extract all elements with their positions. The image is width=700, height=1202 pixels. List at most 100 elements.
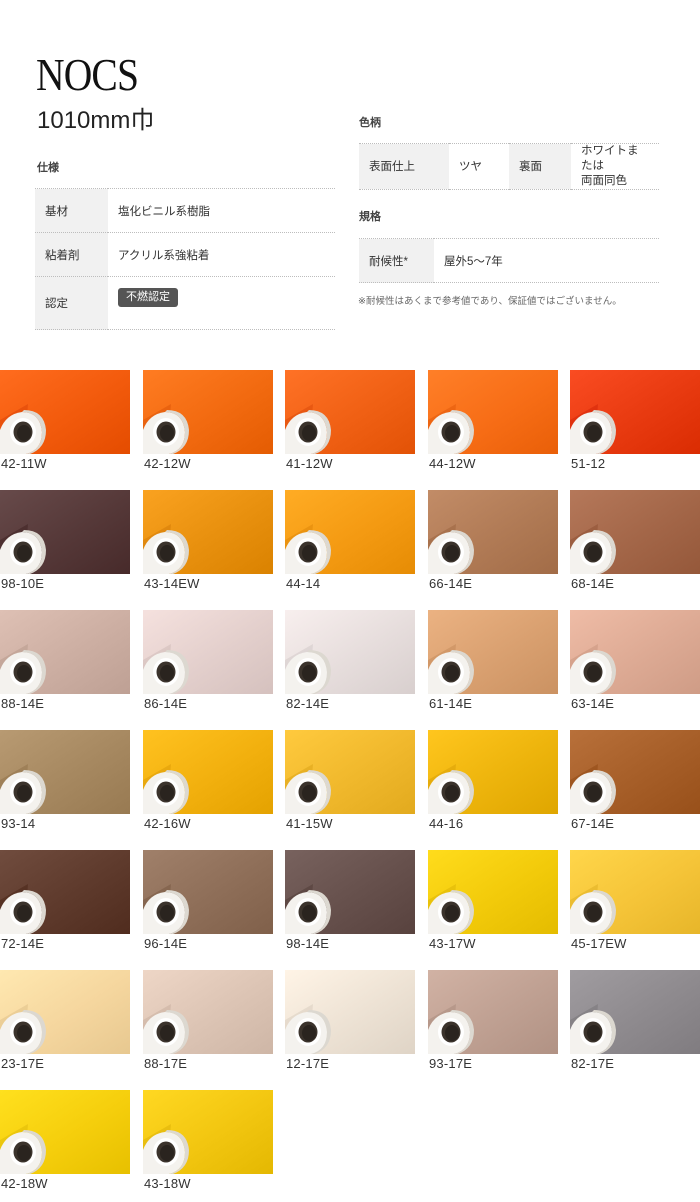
swatch-item-72-14E[interactable]: 72-14E: [0, 850, 130, 962]
vinyl-roll-swatch: [428, 730, 558, 814]
swatch-item-43-17W[interactable]: 43-17W: [428, 850, 558, 962]
surface-label: 表面仕上: [359, 143, 449, 190]
standard-table: 耐候性* 屋外5～7年: [359, 238, 659, 283]
swatch-item-67-14E[interactable]: 67-14E: [570, 730, 700, 842]
swatch-code-label: 45-17EW: [571, 936, 627, 951]
swatch-code-label: 66-14E: [429, 576, 473, 591]
vinyl-roll-swatch: [143, 970, 273, 1054]
vinyl-roll-swatch: [143, 730, 273, 814]
color-pattern-title: 色柄: [359, 117, 381, 129]
swatch-code-label: 43-14EW: [144, 576, 200, 591]
swatch-code-label: 44-16: [429, 816, 464, 831]
swatch-code-label: 88-14E: [1, 696, 45, 711]
back-value: ホワイトまたは 両面同色: [571, 143, 659, 190]
swatch-item-93-17E[interactable]: 93-17E: [428, 970, 558, 1082]
swatch-code-label: 86-14E: [144, 696, 188, 711]
swatch-code-label: 44-14: [286, 576, 321, 591]
swatch-code-label: 42-18W: [1, 1176, 48, 1191]
swatch-code-label: 93-17E: [429, 1056, 473, 1071]
swatch-code-label: 42-16W: [144, 816, 191, 831]
vinyl-roll-swatch: [428, 970, 558, 1054]
swatch-item-42-12W[interactable]: 42-12W: [143, 370, 273, 482]
back-value-line2: 両面同色: [581, 174, 627, 187]
swatch-code-label: 98-14E: [286, 936, 330, 951]
swatch-code-label: 44-12W: [429, 456, 476, 471]
vinyl-roll-swatch: [0, 610, 130, 694]
swatch-code-label: 93-14: [1, 816, 36, 831]
swatch-item-68-14E[interactable]: 68-14E: [570, 490, 700, 602]
swatch-code-label: 43-17W: [429, 936, 476, 951]
swatch-item-98-14E[interactable]: 98-14E: [285, 850, 415, 962]
swatch-code-label: 63-14E: [571, 696, 615, 711]
swatch-item-63-14E[interactable]: 63-14E: [570, 610, 700, 722]
swatch-item-88-17E[interactable]: 88-17E: [143, 970, 273, 1082]
vinyl-roll-swatch: [570, 850, 700, 934]
weather-label: 耐候性*: [359, 238, 434, 283]
swatch-code-label: 82-14E: [286, 696, 330, 711]
spec-label: 基材: [35, 188, 108, 233]
swatch-code-label: 72-14E: [1, 936, 45, 951]
swatch-item-41-12W[interactable]: 41-12W: [285, 370, 415, 482]
swatch-code-label: 67-14E: [571, 816, 615, 831]
vinyl-roll-swatch: [570, 490, 700, 574]
swatch-item-44-16[interactable]: 44-16: [428, 730, 558, 842]
swatch-code-label: 82-17E: [571, 1056, 615, 1071]
vinyl-roll-swatch: [570, 370, 700, 454]
swatch-code-label: 42-11W: [1, 456, 47, 471]
vinyl-roll-swatch: [285, 850, 415, 934]
swatch-item-12-17E[interactable]: 12-17E: [285, 970, 415, 1082]
swatch-item-42-11W[interactable]: 42-11W: [0, 370, 130, 482]
standard-title: 規格: [359, 211, 381, 223]
swatch-item-51-12[interactable]: 51-12: [570, 370, 700, 482]
swatch-item-42-16W[interactable]: 42-16W: [143, 730, 273, 842]
vinyl-roll-swatch: [285, 970, 415, 1054]
vinyl-roll-swatch: [143, 370, 273, 454]
swatch-code-label: 61-14E: [429, 696, 473, 711]
spec-title: 仕様: [37, 162, 59, 174]
vinyl-roll-swatch: [285, 610, 415, 694]
vinyl-roll-swatch: [285, 370, 415, 454]
swatch-item-88-14E[interactable]: 88-14E: [0, 610, 130, 722]
swatch-item-44-14[interactable]: 44-14: [285, 490, 415, 602]
vinyl-roll-swatch: [0, 370, 130, 454]
spec-label: 粘着剤: [35, 232, 108, 277]
swatch-item-93-14[interactable]: 93-14: [0, 730, 130, 842]
swatch-item-42-18W[interactable]: 42-18W: [0, 1090, 130, 1202]
vinyl-roll-swatch: [428, 370, 558, 454]
swatch-item-43-14EW[interactable]: 43-14EW: [143, 490, 273, 602]
swatch-code-label: 12-17E: [286, 1056, 330, 1071]
swatch-item-66-14E[interactable]: 66-14E: [428, 490, 558, 602]
spec-value-cell: 不燃認定: [108, 276, 335, 330]
swatch-code-label: 23-17E: [1, 1056, 45, 1071]
swatch-item-82-17E[interactable]: 82-17E: [570, 970, 700, 1082]
vinyl-roll-swatch: [428, 850, 558, 934]
weather-note: ※耐候性はあくまで参考値であり、保証値ではございません。: [358, 296, 622, 307]
vinyl-roll-swatch: [143, 490, 273, 574]
swatch-item-61-14E[interactable]: 61-14E: [428, 610, 558, 722]
color-pattern-row: 表面仕上 ツヤ 裏面 ホワイトまたは 両面同色: [359, 143, 659, 190]
swatch-item-86-14E[interactable]: 86-14E: [143, 610, 273, 722]
swatch-code-label: 41-12W: [286, 456, 333, 471]
swatch-item-98-10E[interactable]: 98-10E: [0, 490, 130, 602]
swatch-code-label: 98-10E: [1, 576, 45, 591]
vinyl-roll-swatch: [143, 1090, 273, 1174]
vinyl-roll-swatch: [570, 610, 700, 694]
swatch-item-45-17EW[interactable]: 45-17EW: [570, 850, 700, 962]
vinyl-roll-swatch: [0, 970, 130, 1054]
brand-logo: NOCS: [36, 49, 139, 100]
swatch-item-82-14E[interactable]: 82-14E: [285, 610, 415, 722]
swatch-item-96-14E[interactable]: 96-14E: [143, 850, 273, 962]
spec-row-certification: 認定 不燃認定: [35, 276, 335, 330]
swatch-item-44-12W[interactable]: 44-12W: [428, 370, 558, 482]
swatch-code-label: 51-12: [571, 456, 606, 471]
swatch-item-23-17E[interactable]: 23-17E: [0, 970, 130, 1082]
vinyl-roll-swatch: [0, 490, 130, 574]
vinyl-roll-swatch: [428, 610, 558, 694]
vinyl-roll-swatch: [0, 850, 130, 934]
swatch-item-43-18W[interactable]: 43-18W: [143, 1090, 273, 1202]
swatch-item-41-15W[interactable]: 41-15W: [285, 730, 415, 842]
spec-row-adhesive: 粘着剤 アクリル系強粘着: [35, 232, 335, 277]
back-value-line1: ホワイトまたは: [581, 145, 639, 172]
color-pattern-table: 表面仕上 ツヤ 裏面 ホワイトまたは 両面同色: [359, 143, 659, 190]
vinyl-roll-swatch: [285, 490, 415, 574]
